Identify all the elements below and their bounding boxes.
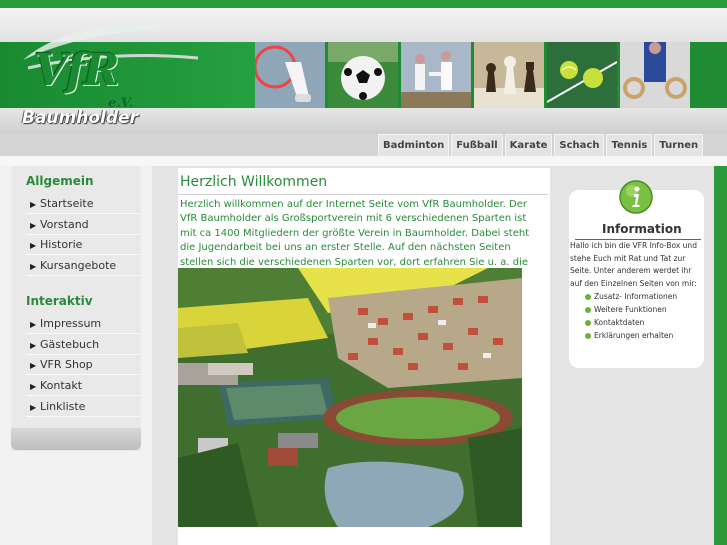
bullet-icon [585, 294, 591, 300]
title-divider [178, 194, 548, 195]
sports-nav: Badminton Fußball Karate Schach Tennis T… [378, 134, 704, 157]
header-photo-strip [255, 42, 690, 108]
sidebar-item-kursangebote[interactable]: ▶ Kursangebote [26, 257, 140, 276]
info-icon [619, 180, 653, 214]
arrow-right-icon: ▶ [30, 403, 37, 412]
nav-turnen[interactable]: Turnen [654, 134, 704, 157]
info-bullet: Kontaktdaten [585, 318, 644, 327]
info-bullet: Zusatz- Informationen [585, 292, 677, 301]
sidebar-section-allgemein: Allgemein [26, 174, 94, 188]
arrow-right-icon: ▶ [30, 221, 37, 230]
info-text: Hallo ich bin die VFR Info-Box und stehe… [570, 241, 697, 288]
arrow-right-icon: ▶ [30, 241, 37, 250]
bullet-icon [585, 333, 591, 339]
nav-badminton[interactable]: Badminton [378, 134, 450, 157]
arrow-right-icon: ▶ [30, 382, 37, 391]
sidebar-item-vfr-shop[interactable]: ▶ VFR Shop [26, 356, 140, 375]
separator [0, 156, 727, 166]
sidebar-item-kontakt[interactable]: ▶ Kontakt [26, 377, 140, 396]
sidebar-item-historie[interactable]: ▶ Historie [26, 236, 140, 255]
info-title: Information [602, 222, 682, 236]
gymnastics-rings-photo [620, 42, 690, 108]
nav-tennis[interactable]: Tennis [606, 134, 653, 157]
sidebar-item-vorstand[interactable]: ▶ Vorstand [26, 216, 140, 235]
soccer-ball-photo [328, 42, 398, 108]
sidebar-footer [11, 428, 141, 450]
arrow-right-icon: ▶ [30, 320, 37, 329]
logo-vfr-text[interactable]: VfR [34, 45, 120, 96]
info-bullet: Weitere Funktionen [585, 305, 667, 314]
sidebar-item-impressum[interactable]: ▶ Impressum [26, 315, 140, 334]
bullet-icon [585, 307, 591, 313]
nav-fussball[interactable]: Fußball [451, 134, 503, 157]
page-title: Herzlich Willkommen [180, 174, 328, 190]
arrow-right-icon: ▶ [30, 341, 37, 350]
top-accent-bar [0, 0, 727, 8]
nav-karate[interactable]: Karate [504, 134, 553, 157]
info-bullet: Erklärungen erhalten [585, 331, 673, 340]
karate-photo [401, 42, 471, 108]
aerial-town-photo [178, 268, 522, 527]
sidebar-item-gaestebuch[interactable]: ▶ Gästebuch [26, 336, 140, 355]
right-edge [714, 166, 727, 545]
arrow-right-icon: ▶ [30, 262, 37, 271]
sidebar-item-startseite[interactable]: ▶ Startseite [26, 195, 140, 214]
tennis-balls-photo [547, 42, 617, 108]
chess-pieces-photo [474, 42, 544, 108]
arrow-right-icon: ▶ [30, 200, 37, 209]
badminton-shuttlecock-photo [255, 42, 325, 108]
sidebar-section-interaktiv: Interaktiv [26, 294, 93, 308]
logo-town-text: Baumholder [22, 108, 138, 128]
sidebar-item-linkliste[interactable]: ▶ Linkliste [26, 398, 140, 417]
nav-schach[interactable]: Schach [554, 134, 605, 157]
arrow-right-icon: ▶ [30, 361, 37, 370]
bullet-icon [585, 320, 591, 326]
